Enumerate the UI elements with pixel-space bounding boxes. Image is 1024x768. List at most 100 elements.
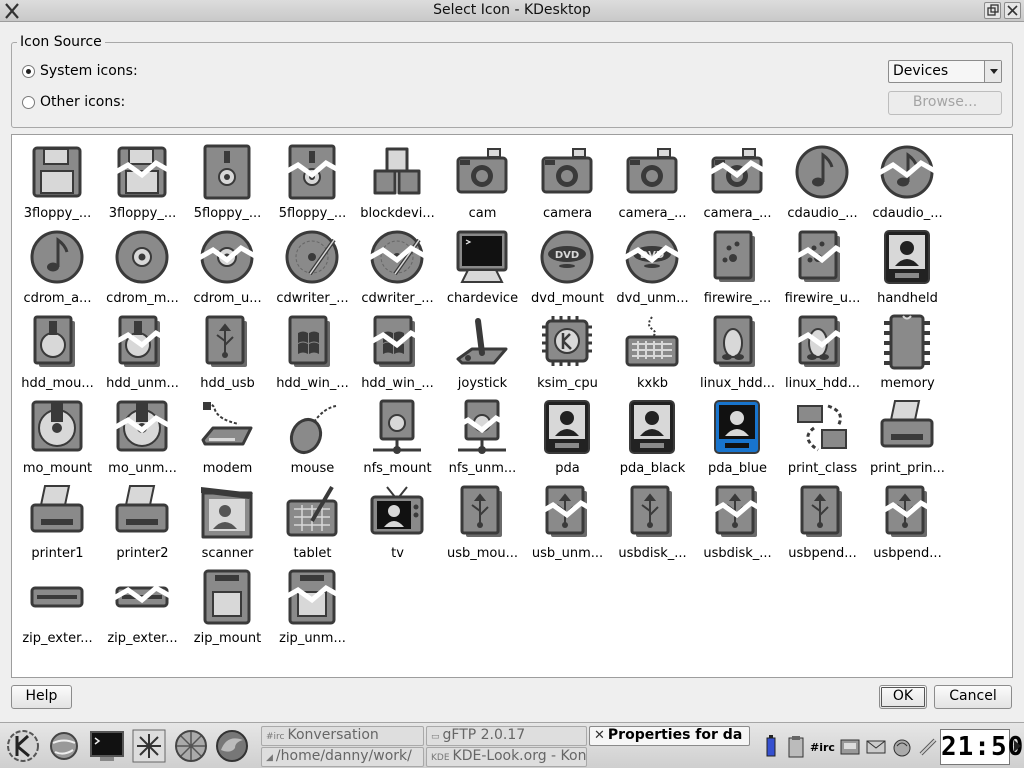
icon-item[interactable]: hdd_unm...	[100, 309, 185, 394]
icon-item[interactable]: handheld	[865, 224, 950, 309]
icon-item[interactable]: hdd_usb	[185, 309, 270, 394]
icon-item[interactable]: camera_...	[695, 139, 780, 224]
kde-control-icon[interactable]	[130, 728, 168, 764]
icon-item[interactable]: mouse	[270, 394, 355, 479]
icon-item[interactable]: nfs_unm...	[440, 394, 525, 479]
irc-tray-icon[interactable]: #irc	[810, 741, 835, 754]
icon-item[interactable]: cdaudio_...	[780, 139, 865, 224]
icon-item[interactable]: mo_mount	[15, 394, 100, 479]
chevron-right-icon[interactable]	[1013, 739, 1022, 753]
wireless-icon[interactable]	[891, 734, 913, 760]
icon-item[interactable]: 3floppy_...	[100, 139, 185, 224]
icon-item[interactable]: zip_mount	[185, 564, 270, 649]
firefox-icon[interactable]	[213, 728, 251, 764]
icon-item[interactable]: 5floppy_...	[270, 139, 355, 224]
icon-item[interactable]: cdwriter_...	[355, 224, 440, 309]
icon-item[interactable]: cdrom_u...	[185, 224, 270, 309]
network-icon[interactable]	[839, 734, 861, 760]
icon-item[interactable]: chardevice	[440, 224, 525, 309]
icon-item[interactable]: firewire_...	[695, 224, 780, 309]
terminal-icon[interactable]	[88, 728, 126, 764]
battery-plug-icon[interactable]	[760, 734, 782, 760]
icon-item[interactable]: cdaudio_...	[865, 139, 950, 224]
icon-item[interactable]: 3floppy_...	[15, 139, 100, 224]
icon-item[interactable]: pda_black	[610, 394, 695, 479]
icon-item[interactable]: usbpend...	[780, 479, 865, 564]
icon-item[interactable]: mo_unm...	[100, 394, 185, 479]
icon-item[interactable]: camera_...	[610, 139, 695, 224]
other-icons-label[interactable]: Other icons:	[40, 94, 125, 110]
icon-item[interactable]: modem	[185, 394, 270, 479]
task-home-folder[interactable]: ◢/home/danny/work/	[261, 747, 424, 767]
icon-item[interactable]: nfs_mount	[355, 394, 440, 479]
other-icons-radio[interactable]: Other icons:	[22, 94, 125, 110]
globe-icon[interactable]	[45, 728, 83, 764]
clipboard-icon[interactable]	[786, 734, 806, 760]
icon-item[interactable]: zip_exter...	[100, 564, 185, 649]
icon-item[interactable]: DVD dvd_unm...	[610, 224, 695, 309]
clock[interactable]: 21:50	[940, 729, 1023, 765]
icon-item[interactable]: 5floppy_...	[185, 139, 270, 224]
system-icons-radio-indicator[interactable]	[22, 64, 35, 78]
icon-item[interactable]: hdd_win_...	[270, 309, 355, 394]
icon-item[interactable]: zip_unm...	[270, 564, 355, 649]
icon-item[interactable]: usbdisk_...	[610, 479, 695, 564]
icon-item[interactable]: pda_blue	[695, 394, 780, 479]
system-icons-label[interactable]: System icons:	[40, 63, 138, 79]
system-icons-radio[interactable]: System icons:	[22, 63, 138, 79]
kde-menu-icon[interactable]	[4, 728, 42, 764]
icon-label: camera	[542, 206, 593, 221]
restore-button[interactable]	[984, 2, 1001, 19]
chevron-down-icon[interactable]	[984, 61, 1001, 82]
icon-item[interactable]: memory	[865, 309, 950, 394]
icon-item[interactable]: joystick	[440, 309, 525, 394]
icon-item[interactable]: kxkb	[610, 309, 695, 394]
task-konversation[interactable]: #irc Konversation	[261, 726, 424, 746]
icon-item[interactable]: linux_hdd...	[695, 309, 780, 394]
icon-label: camera_...	[618, 206, 687, 221]
icon-item[interactable]: tv	[355, 479, 440, 564]
icon-grid[interactable]: 3floppy_... 3floppy_... 5floppy_... 5floppy…	[11, 134, 1013, 678]
close-button[interactable]	[1004, 2, 1021, 19]
ok-button[interactable]: OK	[879, 685, 927, 709]
icon-label: pda	[555, 461, 580, 476]
cancel-button[interactable]: Cancel	[934, 685, 1012, 709]
icon-item[interactable]: camera	[525, 139, 610, 224]
icon-item[interactable]: zip_exter...	[15, 564, 100, 649]
icon-item[interactable]: blockdevi...	[355, 139, 440, 224]
icon-item[interactable]: DVD dvd_mount	[525, 224, 610, 309]
icon-item[interactable]: cdrom_m...	[100, 224, 185, 309]
irc-icon: #irc	[266, 732, 285, 742]
icon-item[interactable]: firewire_u...	[780, 224, 865, 309]
icon-item[interactable]: usb_unm...	[525, 479, 610, 564]
mail-icon[interactable]	[865, 734, 887, 760]
fan-icon[interactable]	[172, 728, 210, 764]
icon-item[interactable]: usb_mou...	[440, 479, 525, 564]
icon-item[interactable]: tablet	[270, 479, 355, 564]
icon-item[interactable]: hdd_mou...	[15, 309, 100, 394]
icon-item[interactable]: printer2	[100, 479, 185, 564]
task-gftp[interactable]: ▭ gFTP 2.0.17	[426, 726, 587, 746]
icon-item[interactable]: usbpend...	[865, 479, 950, 564]
icon-item[interactable]: linux_hdd...	[780, 309, 865, 394]
browse-button[interactable]: Browse...	[888, 91, 1002, 115]
icon-item[interactable]: print_class	[780, 394, 865, 479]
icon-item[interactable]: pda	[525, 394, 610, 479]
floppy-icon	[32, 146, 82, 198]
klipper-icon[interactable]	[917, 734, 939, 760]
title-bar[interactable]: Select Icon - KDesktop	[0, 0, 1024, 22]
icon-item[interactable]: ksim_cpu	[525, 309, 610, 394]
icon-item[interactable]: hdd_win_...	[355, 309, 440, 394]
icon-category-select[interactable]: Devices	[888, 60, 1002, 83]
icon-item[interactable]: print_prin...	[865, 394, 950, 479]
icon-item[interactable]: cam	[440, 139, 525, 224]
help-button[interactable]: Help	[11, 685, 72, 709]
task-kde-look[interactable]: KDE KDE-Look.org - Kon	[426, 747, 587, 767]
icon-item[interactable]: scanner	[185, 479, 270, 564]
icon-item[interactable]: cdrom_a...	[15, 224, 100, 309]
icon-item[interactable]: cdwriter_...	[270, 224, 355, 309]
icon-item[interactable]: printer1	[15, 479, 100, 564]
other-icons-radio-indicator[interactable]	[22, 95, 35, 109]
task-properties[interactable]: ✕ Properties for da	[589, 726, 750, 746]
icon-item[interactable]: usbdisk_...	[695, 479, 780, 564]
